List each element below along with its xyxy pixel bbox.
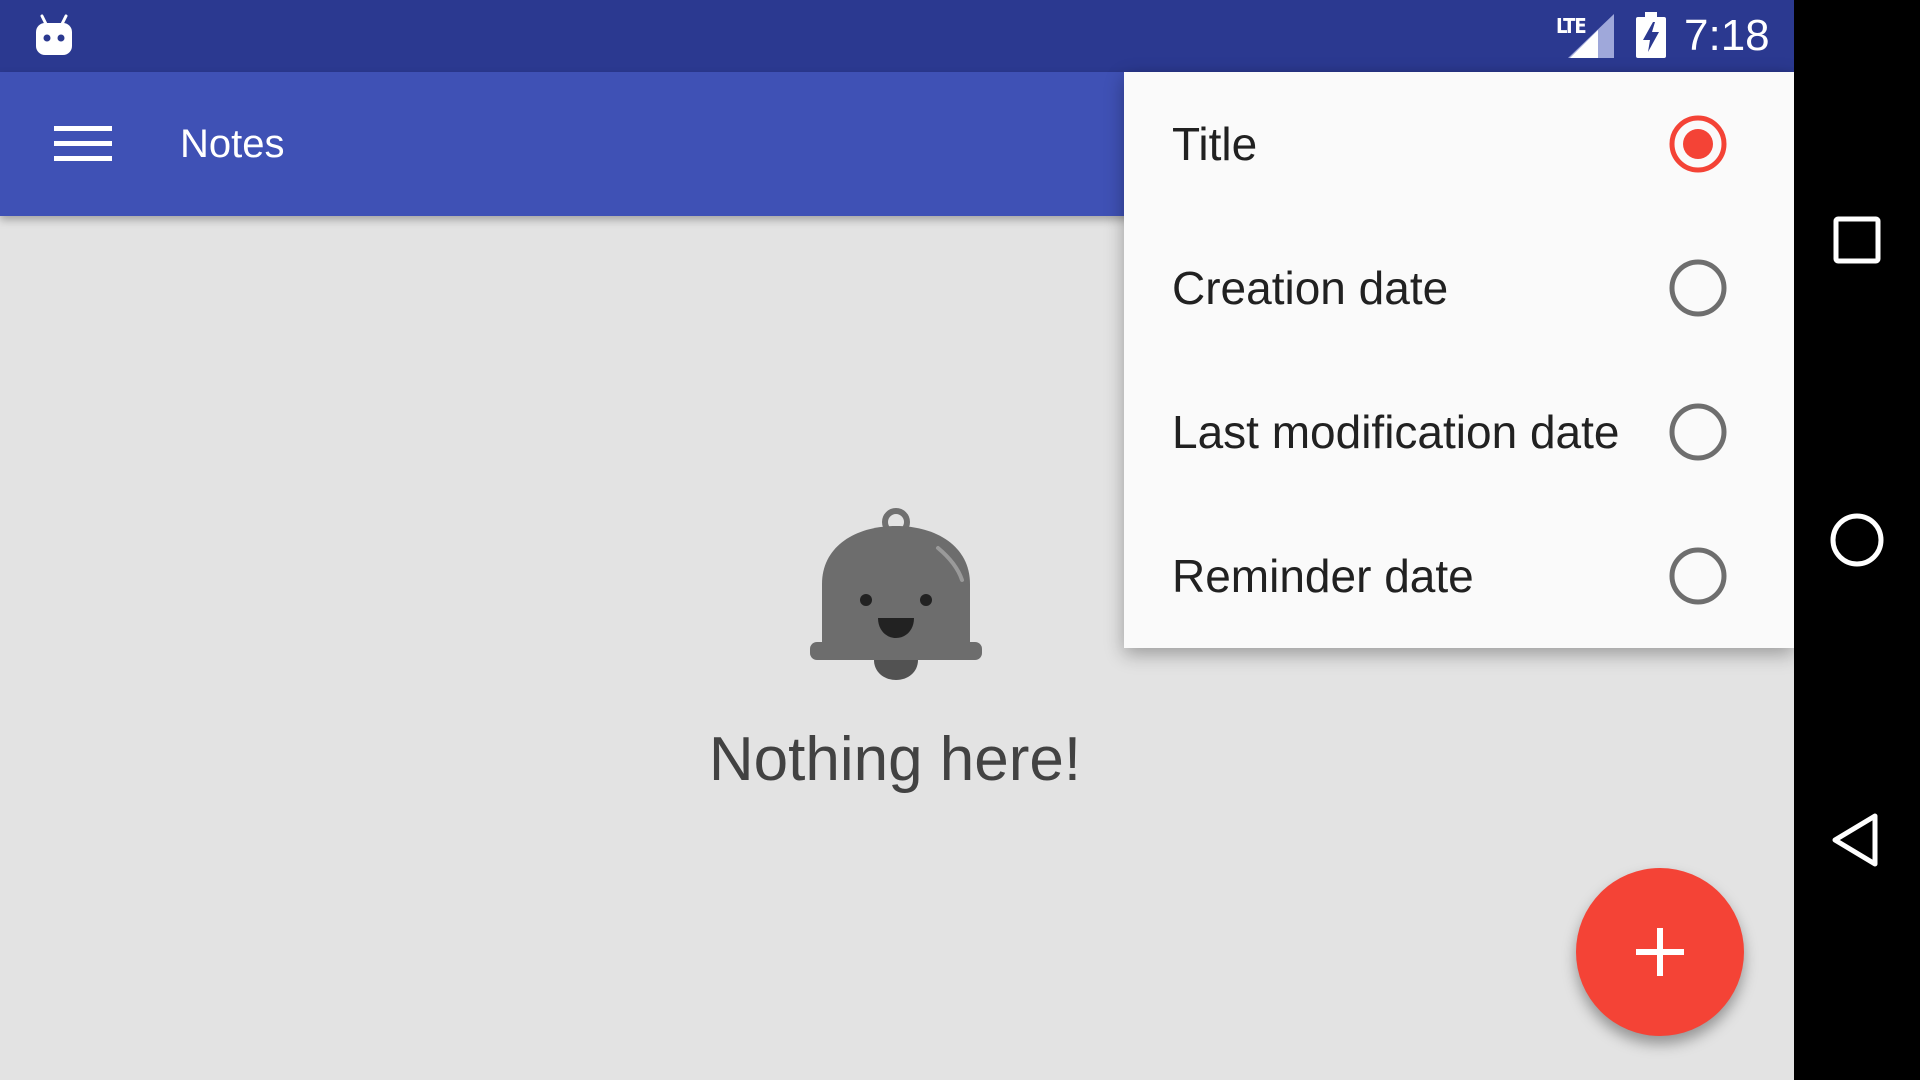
home-button[interactable] — [1807, 490, 1907, 590]
page-title: Notes — [180, 122, 285, 166]
sort-option-label: Last modification date — [1172, 406, 1620, 458]
triangle-back-icon — [1832, 813, 1878, 867]
status-bar: LTE 7:18 — [0, 0, 1794, 72]
sort-options-menu: Title Creation date Last modification da… — [1124, 72, 1794, 648]
cell-signal-icon — [1568, 14, 1614, 58]
smiling-bell-icon — [810, 508, 982, 680]
back-button[interactable] — [1807, 790, 1907, 890]
hamburger-menu-icon — [54, 126, 112, 161]
status-time: 7:18 — [1684, 11, 1770, 60]
add-note-button[interactable] — [1576, 868, 1744, 1036]
battery-charging-icon — [1636, 12, 1666, 58]
system-navigation-bar — [1794, 0, 1920, 1080]
navigation-drawer-button[interactable] — [40, 108, 126, 182]
empty-state-message: Nothing here! — [708, 725, 1082, 794]
radio-unselected-icon[interactable] — [1668, 258, 1728, 318]
square-recents-icon — [1833, 216, 1881, 264]
plus-icon — [1636, 928, 1684, 976]
sort-option-creation-date[interactable]: Creation date — [1124, 216, 1794, 360]
sort-option-label: Creation date — [1172, 262, 1449, 314]
recents-button[interactable] — [1807, 190, 1907, 290]
sort-option-last-modification-date[interactable]: Last modification date — [1124, 360, 1794, 504]
radio-unselected-icon[interactable] — [1668, 546, 1728, 606]
sort-option-reminder-date[interactable]: Reminder date — [1124, 504, 1794, 648]
sort-option-label: Title — [1172, 118, 1258, 170]
circle-home-icon — [1830, 513, 1884, 567]
sort-option-title[interactable]: Title — [1124, 72, 1794, 216]
radio-unselected-icon[interactable] — [1668, 402, 1728, 462]
app-screen: LTE 7:18 Notes Nothing here! Title Creat… — [0, 0, 1794, 1080]
android-robot-icon — [36, 14, 72, 55]
sort-option-label: Reminder date — [1172, 550, 1474, 602]
radio-selected-icon[interactable] — [1668, 114, 1728, 174]
